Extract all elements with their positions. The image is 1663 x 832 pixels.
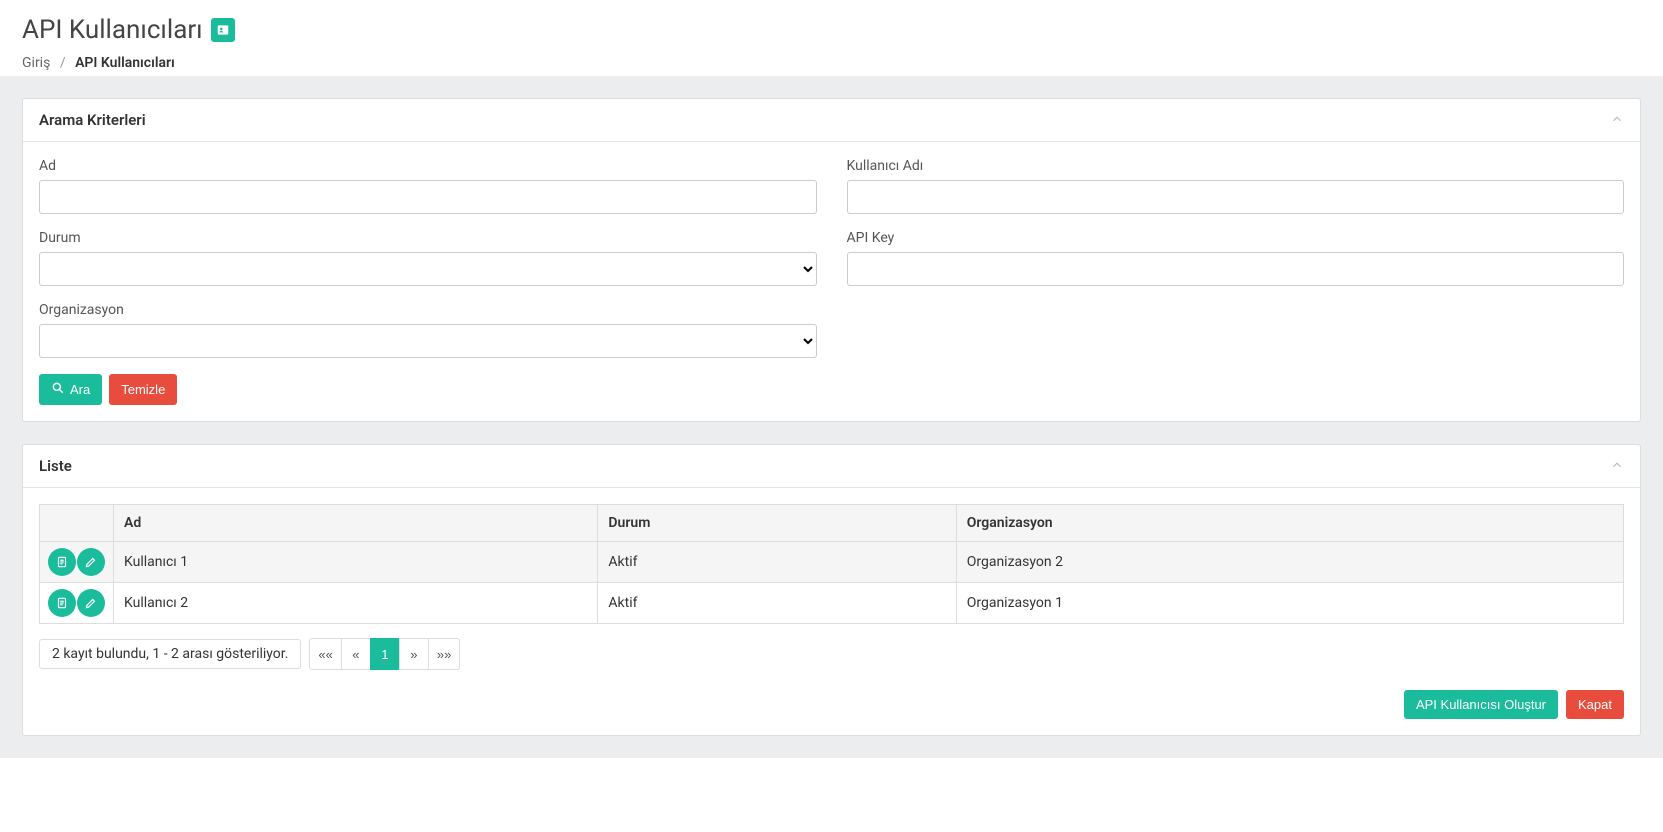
cell-durum: Aktif <box>598 583 956 624</box>
cell-ad: Kullanıcı 2 <box>114 583 598 624</box>
organizasyon-select[interactable] <box>39 324 817 358</box>
table-row: Kullanıcı 1 Aktif Organizasyon 2 <box>40 542 1624 583</box>
pager: «« « 1 » »» <box>309 638 460 670</box>
view-button[interactable] <box>48 589 76 617</box>
pager-last[interactable]: »» <box>428 638 460 670</box>
pager-info: 2 kayıt bulundu, 1 - 2 arası gösteriliyo… <box>39 639 301 669</box>
edit-button[interactable] <box>77 589 105 617</box>
ad-label: Ad <box>39 158 817 174</box>
user-card-icon <box>211 18 235 42</box>
ad-input[interactable] <box>39 180 817 214</box>
list-panel-body: Ad Durum Organizasyon Kullanıcı 1 Aktif … <box>23 488 1640 735</box>
col-durum: Durum <box>598 505 956 542</box>
page-title-text: API Kullanıcıları <box>22 15 203 45</box>
list-panel: Liste Ad Durum Organizasyon <box>22 444 1641 736</box>
breadcrumb-separator: / <box>60 55 66 71</box>
page-header: API Kullanıcıları Giriş / API Kullanıcıl… <box>0 0 1663 76</box>
search-buttons: Ara Temizle <box>39 374 1624 405</box>
clear-button[interactable]: Temizle <box>109 374 177 405</box>
breadcrumb-current: API Kullanıcıları <box>75 55 175 71</box>
api-key-input[interactable] <box>847 252 1625 286</box>
search-button[interactable]: Ara <box>39 374 102 405</box>
pager-prev[interactable]: « <box>341 638 371 670</box>
kullanici-adi-input[interactable] <box>847 180 1625 214</box>
breadcrumb: Giriş / API Kullanıcıları <box>22 55 1641 71</box>
cell-organizasyon: Organizasyon 1 <box>956 583 1623 624</box>
close-button[interactable]: Kapat <box>1566 690 1624 719</box>
table-row: Kullanıcı 2 Aktif Organizasyon 1 <box>40 583 1624 624</box>
kullanici-adi-label: Kullanıcı Adı <box>847 158 1625 174</box>
pager-first[interactable]: «« <box>309 638 341 670</box>
footer-actions: API Kullanıcısı Oluştur Kapat <box>39 690 1624 719</box>
col-actions <box>40 505 114 542</box>
durum-label: Durum <box>39 230 817 246</box>
col-ad: Ad <box>114 505 598 542</box>
cell-ad: Kullanıcı 1 <box>114 542 598 583</box>
list-panel-title: Liste <box>39 457 72 475</box>
pager-next[interactable]: » <box>399 638 429 670</box>
col-organizasyon: Organizasyon <box>956 505 1623 542</box>
content-area: Arama Kriterleri Ad Kullanıcı Adı Durum <box>0 76 1663 758</box>
page-title: API Kullanıcıları <box>22 15 1641 45</box>
edit-button[interactable] <box>77 548 105 576</box>
durum-select[interactable] <box>39 252 817 286</box>
api-key-label: API Key <box>847 230 1625 246</box>
cell-organizasyon: Organizasyon 2 <box>956 542 1623 583</box>
search-panel-title: Arama Kriterleri <box>39 111 146 129</box>
clear-button-label: Temizle <box>121 382 165 397</box>
breadcrumb-home[interactable]: Giriş <box>22 55 50 71</box>
pager-page-1[interactable]: 1 <box>370 638 400 670</box>
search-panel-header: Arama Kriterleri <box>23 99 1640 142</box>
search-panel: Arama Kriterleri Ad Kullanıcı Adı Durum <box>22 98 1641 422</box>
results-table: Ad Durum Organizasyon Kullanıcı 1 Aktif … <box>39 504 1624 624</box>
create-api-user-button[interactable]: API Kullanıcısı Oluştur <box>1404 690 1558 719</box>
organizasyon-label: Organizasyon <box>39 302 817 318</box>
collapse-toggle[interactable] <box>1610 458 1624 475</box>
search-icon <box>51 381 65 398</box>
list-panel-header: Liste <box>23 445 1640 488</box>
cell-durum: Aktif <box>598 542 956 583</box>
view-button[interactable] <box>48 548 76 576</box>
search-panel-body: Ad Kullanıcı Adı Durum API Key <box>23 142 1640 421</box>
search-button-label: Ara <box>70 382 90 397</box>
collapse-toggle[interactable] <box>1610 112 1624 129</box>
pager-row: 2 kayıt bulundu, 1 - 2 arası gösteriliyo… <box>39 638 1624 670</box>
